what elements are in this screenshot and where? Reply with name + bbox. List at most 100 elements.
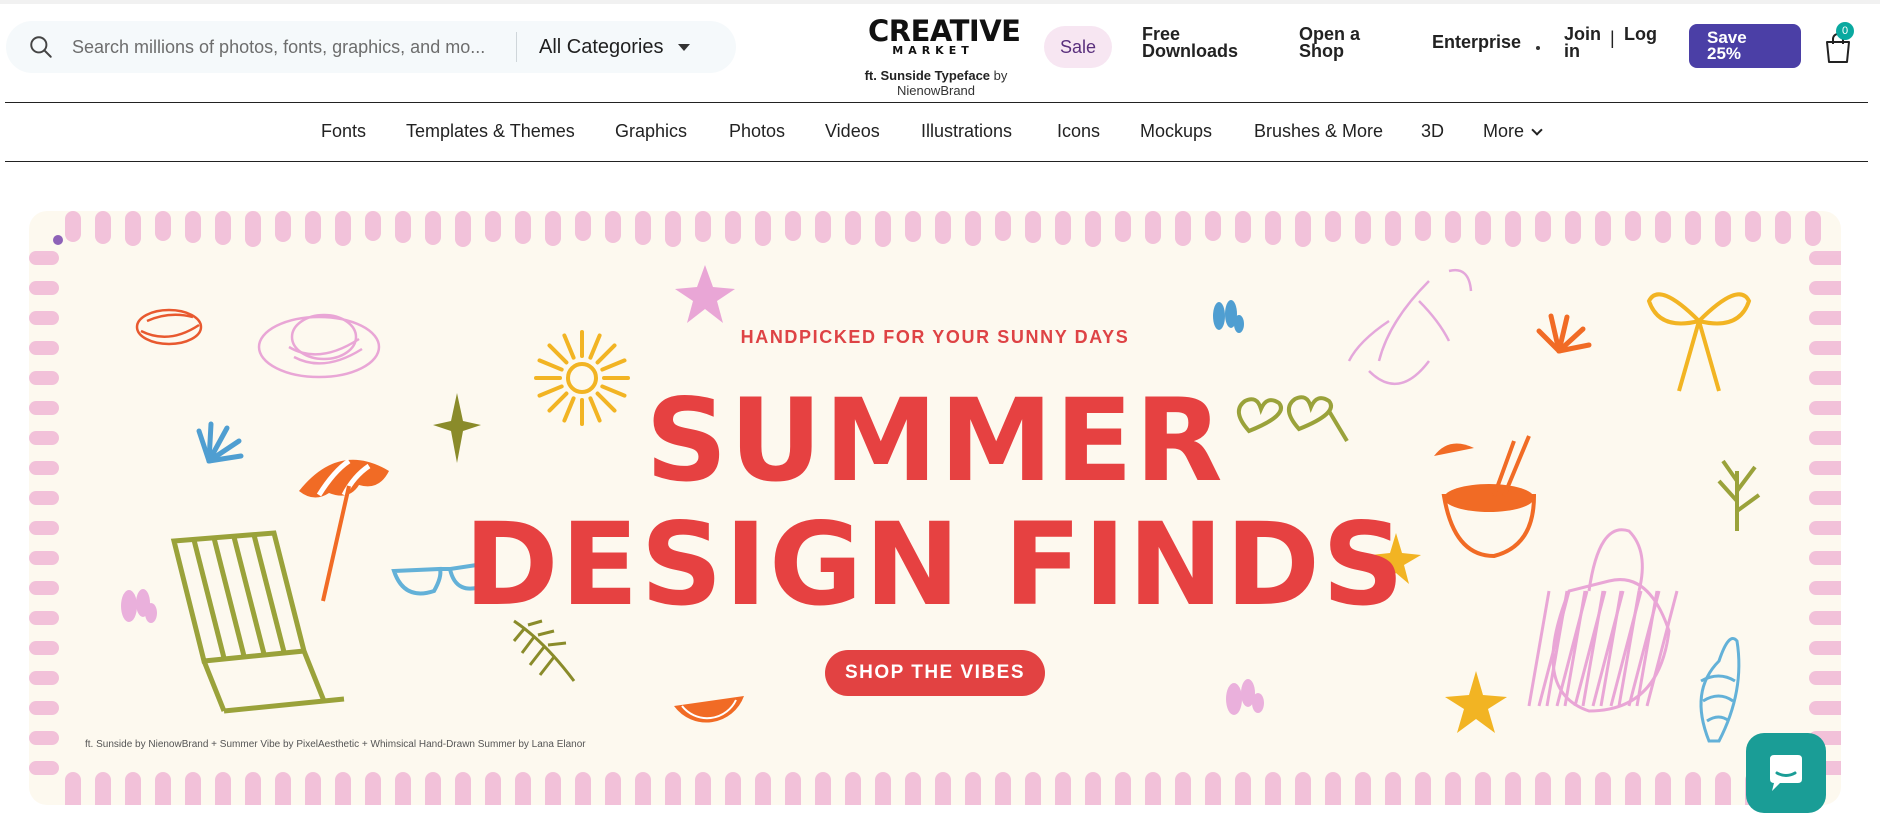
brush-stroke (215, 211, 231, 245)
featured-typeface-credit[interactable]: ft. Sunside Typeface by NienowBrand (826, 68, 1046, 98)
site-header: All Categories CREATIVE MARKET ft. Sunsi… (0, 4, 1880, 102)
open-shop-link[interactable]: Open a Shop (1299, 25, 1360, 61)
nav-3d[interactable]: 3D (1421, 121, 1444, 142)
brush-stroke (1809, 701, 1841, 715)
brush-stroke (1535, 772, 1551, 805)
open-shop-line2: Shop (1299, 41, 1344, 61)
category-nav: Fonts Templates & Themes Graphics Photos… (0, 103, 1880, 161)
save-25-button[interactable]: Save 25% (1689, 24, 1801, 68)
brush-stroke (455, 211, 471, 247)
brush-stroke (1295, 211, 1311, 247)
brush-stroke (515, 772, 531, 805)
chat-icon (1770, 755, 1802, 791)
nav-videos[interactable]: Videos (825, 121, 880, 142)
brush-stroke (1565, 772, 1581, 805)
featured-author: NienowBrand (896, 83, 976, 98)
auth-separator: | (1610, 28, 1615, 48)
brush-stroke (395, 772, 411, 805)
hero-headline-line1: SUMMER (645, 374, 1225, 507)
nav-illustrations[interactable]: Illustrations (921, 121, 1012, 142)
brush-stroke (1265, 772, 1281, 805)
brush-stroke (305, 772, 321, 805)
brush-stroke (1175, 772, 1191, 805)
brush-stroke (665, 772, 681, 805)
brush-stroke (29, 311, 59, 325)
join-link[interactable]: Join in (1564, 25, 1601, 60)
brush-stroke (1355, 772, 1371, 805)
brush-stroke (605, 211, 621, 243)
summer-hero-banner[interactable]: HANDPICKED FOR YOUR SUNNY DAYS SUMMER DE… (29, 211, 1841, 805)
brush-stroke (1115, 211, 1131, 242)
brush-stroke (1235, 211, 1251, 243)
brush-stroke (215, 772, 231, 805)
brush-stroke (1625, 772, 1641, 805)
header-dot-separator (1536, 46, 1540, 50)
brush-stroke (395, 211, 411, 243)
brush-stroke (815, 772, 831, 805)
free-downloads-link[interactable]: Free Downloads (1142, 25, 1239, 61)
nav-fonts[interactable]: Fonts (321, 121, 366, 142)
brush-stroke (125, 772, 141, 805)
nav-icons[interactable]: Icons (1057, 121, 1100, 142)
brush-stroke (1809, 281, 1841, 295)
brush-stroke (875, 211, 891, 247)
brush-stroke (305, 211, 321, 244)
brush-stroke (1025, 772, 1041, 805)
yellow-starfish-icon (1445, 671, 1507, 733)
purple-dot (53, 235, 63, 245)
search-icon[interactable] (28, 34, 54, 60)
brush-stroke (1655, 211, 1671, 243)
brush-stroke (1235, 772, 1251, 805)
brush-stroke (1505, 772, 1521, 805)
brush-stroke (155, 211, 171, 241)
brush-stroke (1085, 211, 1101, 247)
nav-more-label: More (1483, 121, 1525, 141)
brush-stroke (995, 772, 1011, 805)
brush-stroke (1445, 772, 1461, 805)
chat-button[interactable] (1746, 733, 1826, 813)
brush-stroke (1025, 211, 1041, 243)
nav-graphics[interactable]: Graphics (615, 121, 687, 142)
enterprise-link[interactable]: Enterprise (1432, 33, 1521, 51)
free-downloads-line2: Downloads (1142, 41, 1239, 61)
nav-more[interactable]: More (1483, 121, 1543, 142)
brush-stroke (1625, 211, 1641, 241)
login-link[interactable]: Log (1624, 25, 1657, 43)
sale-link[interactable]: Sale (1044, 26, 1112, 68)
save-line2: 25% (1707, 44, 1742, 63)
search-input[interactable] (72, 27, 502, 67)
brush-stroke (1205, 772, 1221, 805)
brush-stroke (785, 772, 801, 805)
brush-stroke (1655, 772, 1671, 805)
brush-stroke (1055, 211, 1071, 245)
brush-stroke (1265, 211, 1281, 245)
brush-stroke (1535, 211, 1551, 242)
nav-templates-themes[interactable]: Templates & Themes (406, 121, 575, 142)
brush-stroke (1415, 211, 1431, 241)
orange-slice-icon (674, 696, 744, 723)
nav-brushes-more[interactable]: Brushes & More (1254, 121, 1383, 142)
hero-eyebrow: HANDPICKED FOR YOUR SUNNY DAYS (740, 327, 1130, 347)
brush-stroke (29, 251, 59, 265)
chevron-down-icon (1531, 124, 1543, 136)
brush-stroke (815, 211, 831, 243)
brush-stroke (1295, 772, 1311, 805)
brush-stroke (275, 211, 291, 242)
brush-stroke (965, 772, 981, 805)
creative-market-logo[interactable]: CREATIVE MARKET (868, 16, 1021, 57)
brush-stroke (1715, 211, 1731, 247)
brush-stroke (695, 772, 711, 805)
category-dropdown[interactable]: All Categories (539, 36, 690, 59)
brush-stroke (1805, 211, 1821, 246)
nav-mockups[interactable]: Mockups (1140, 121, 1212, 142)
brush-stroke (1809, 641, 1841, 655)
brush-stroke (635, 211, 651, 245)
nav-photos[interactable]: Photos (729, 121, 785, 142)
brush-stroke (665, 211, 681, 247)
brush-stroke (185, 211, 201, 243)
shop-the-vibes-button[interactable]: SHOP THE VIBES (825, 650, 1045, 696)
brush-stroke (1565, 211, 1581, 244)
brush-stroke (545, 772, 561, 805)
brush-stroke (725, 772, 741, 805)
caret-down-icon (677, 43, 690, 51)
